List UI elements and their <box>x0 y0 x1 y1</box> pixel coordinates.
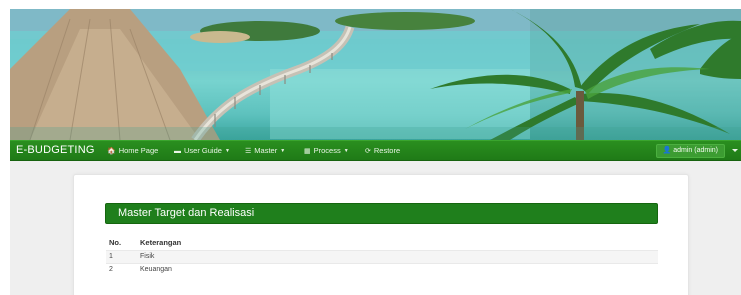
comment-icon: ▬ <box>174 148 181 155</box>
caret-down-icon: ▼ <box>343 148 349 154</box>
data-table: No. Keterangan 1 Fisik 2 Keuangan <box>106 235 658 276</box>
app-window: E-BUDGETING 🏠 Home Page ▬ User Guide ▼ ☰ Mas… <box>10 9 741 295</box>
nav-process[interactable]: ▦ Process ▼ <box>304 146 349 155</box>
nav-process-label: Process <box>313 146 341 155</box>
cell-keterangan: Fisik <box>140 253 155 260</box>
page-title: Master Target dan Realisasi <box>118 207 255 219</box>
main-navbar: E-BUDGETING 🏠 Home Page ▬ User Guide ▼ ☰ Mas… <box>10 140 741 161</box>
user-menu-caret-icon[interactable] <box>732 149 738 152</box>
table-row[interactable]: 2 Keuangan <box>106 263 658 276</box>
cell-no: 1 <box>109 253 113 260</box>
grid-icon: ▦ <box>304 148 311 155</box>
user-menu-button[interactable]: 👤 admin (admin) <box>655 144 725 158</box>
nav-restore[interactable]: ⟳ Restore <box>365 146 400 155</box>
cell-no: 2 <box>109 266 113 273</box>
cell-keterangan: Keuangan <box>140 266 172 273</box>
caret-down-icon: ▼ <box>280 148 286 154</box>
list-icon: ☰ <box>245 148 252 155</box>
nav-restore-label: Restore <box>373 146 401 155</box>
nav-user-guide-label: User Guide <box>184 146 222 155</box>
page-content: Master Target dan Realisasi No. Keterang… <box>10 161 741 295</box>
nav-master-label: Master <box>254 146 278 155</box>
brand-logo[interactable]: E-BUDGETING <box>16 144 95 156</box>
column-header-no: No. <box>109 238 122 247</box>
caret-down-icon: ▼ <box>224 148 230 154</box>
nav-home-page-label: Home Page <box>118 146 159 155</box>
refresh-icon: ⟳ <box>365 148 371 155</box>
content-panel: Master Target dan Realisasi No. Keterang… <box>73 174 689 295</box>
nav-master[interactable]: ☰ Master ▼ <box>245 146 285 155</box>
panel-header: Master Target dan Realisasi <box>105 203 658 224</box>
user-icon: 👤 <box>662 147 672 154</box>
table-header-row: No. Keterangan <box>106 235 658 250</box>
nav-user-guide[interactable]: ▬ User Guide ▼ <box>174 146 230 155</box>
table-row[interactable]: 1 Fisik <box>106 250 658 263</box>
user-menu-label: admin (admin) <box>673 147 718 154</box>
header-banner-image <box>10 9 741 140</box>
nav-home-page[interactable]: 🏠 Home Page <box>107 146 158 155</box>
column-header-keterangan: Keterangan <box>140 238 182 247</box>
home-icon: 🏠 <box>107 148 116 155</box>
